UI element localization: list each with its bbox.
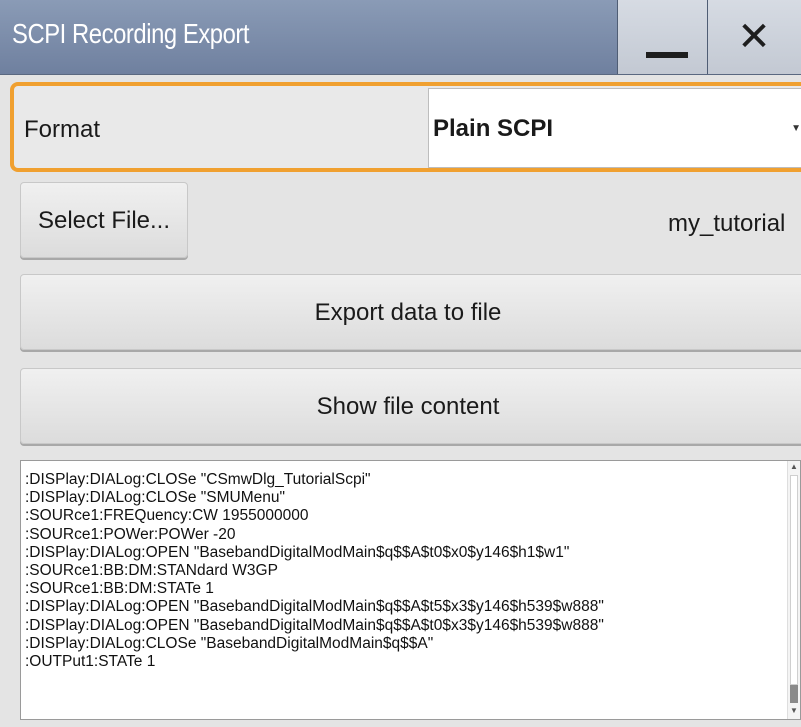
filename-display: my_tutorial xyxy=(668,210,786,237)
chevron-down-icon: ▼ xyxy=(791,123,801,134)
export-data-label: Export data to file xyxy=(314,299,502,326)
minimize-button[interactable] xyxy=(618,0,707,74)
title-bar: SCPI Recording Export ✕ xyxy=(0,0,801,75)
show-file-content-button[interactable]: Show file content xyxy=(20,368,801,444)
vertical-scrollbar[interactable]: ▲ ▼ xyxy=(787,461,800,719)
content-line: :OUTPut1:STATe 1 xyxy=(25,653,156,671)
content-line: :DISPlay:DIALog:CLOSe "SMUMenu" xyxy=(25,489,285,507)
format-row: Format Plain SCPI ▼ xyxy=(10,82,801,172)
minimize-icon xyxy=(646,52,688,58)
content-line: :DISPlay:DIALog:OPEN "BasebandDigitalMod… xyxy=(25,543,570,561)
show-file-content-label: Show file content xyxy=(316,393,500,420)
content-line: :DISPlay:DIALog:CLOSe "BasebandDigitalMo… xyxy=(25,634,434,652)
format-select[interactable]: Plain SCPI ▼ xyxy=(428,88,801,168)
content-line: :DISPlay:DIALog:CLOSe "CSmwDlg_TutorialS… xyxy=(25,471,371,488)
content-line: :SOURce1:BB:DM:STATe 1 xyxy=(25,580,214,598)
select-file-button[interactable]: Select File... xyxy=(20,182,188,258)
content-line: :SOURce1:FREQuency:CW 1955000000 xyxy=(25,507,309,525)
select-file-label: Select File... xyxy=(37,207,171,234)
export-data-button[interactable]: Export data to file xyxy=(20,274,801,350)
content-line: :DISPlay:DIALog:OPEN "BasebandDigitalMod… xyxy=(25,598,604,616)
scroll-track-end xyxy=(790,685,798,703)
close-button[interactable]: ✕ xyxy=(708,0,801,74)
format-label: Format xyxy=(24,116,101,143)
file-content-area[interactable]: :DISPlay:DIALog:CLOSe "CSmwDlg_TutorialS… xyxy=(20,460,801,720)
format-selected-value: Plain SCPI xyxy=(433,115,554,142)
window-title: SCPI Recording Export xyxy=(12,18,250,49)
content-line: :SOURce1:POWer:POWer -20 xyxy=(25,525,236,543)
scroll-up-icon[interactable]: ▲ xyxy=(789,461,799,473)
content-line: :DISPlay:DIALog:OPEN "BasebandDigitalMod… xyxy=(25,616,604,634)
close-icon: ✕ xyxy=(737,15,771,59)
file-content-lines: :DISPlay:DIALog:CLOSe "CSmwDlg_TutorialS… xyxy=(25,471,785,671)
scroll-down-icon[interactable]: ▼ xyxy=(789,705,799,717)
content-line: :SOURce1:BB:DM:STANdard W3GP xyxy=(25,562,278,580)
scroll-thumb[interactable] xyxy=(790,475,798,685)
